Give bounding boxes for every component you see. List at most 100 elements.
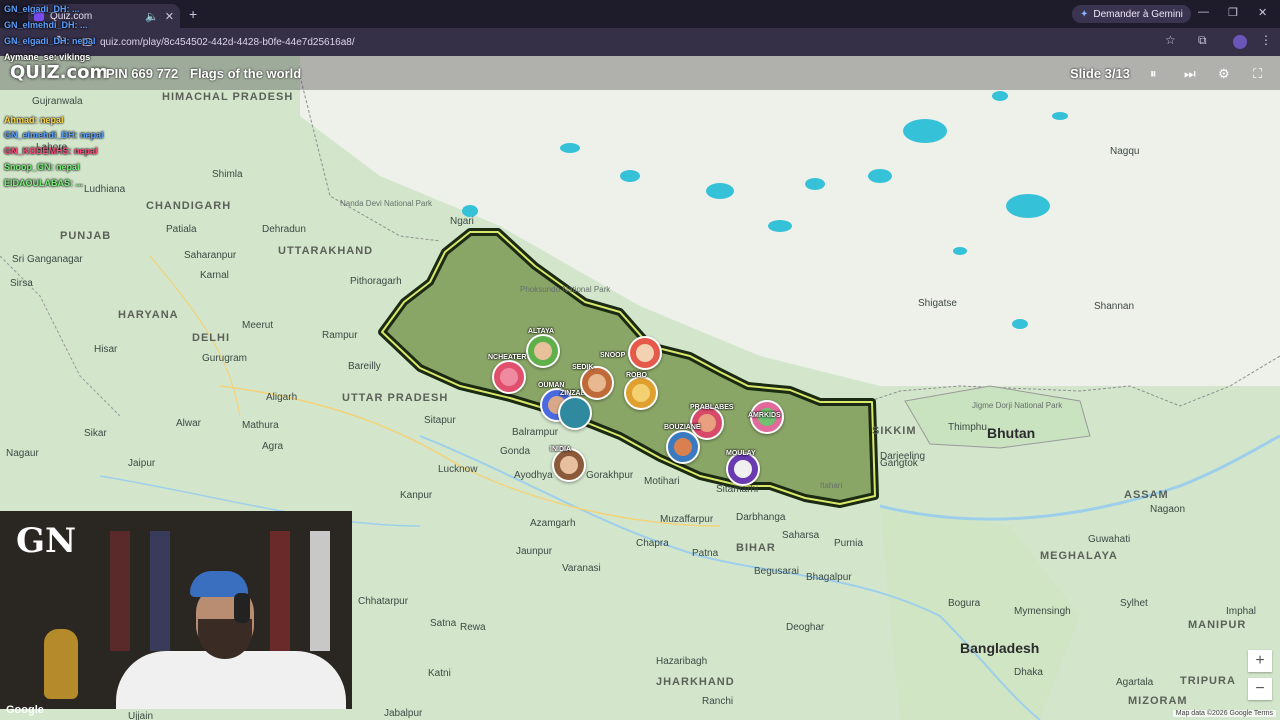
profile-avatar[interactable] — [1233, 35, 1247, 49]
player-name: OUMAN — [538, 382, 565, 389]
city-label: Imphal — [1226, 606, 1257, 617]
quiz-logo[interactable]: QUIZ.com — [10, 62, 108, 83]
city-label: Bareilly — [348, 361, 381, 372]
city-label: Darbhanga — [736, 512, 786, 523]
player-avatar — [636, 344, 654, 362]
city-label: Jaunpur — [516, 546, 553, 557]
country-label-bangladesh: Bangladesh — [960, 640, 1040, 656]
region-label: HARYANA — [118, 309, 179, 321]
window-close-button[interactable]: ✕ — [1258, 6, 1267, 19]
region-label: SIKKIM — [872, 425, 917, 437]
city-label: Patiala — [166, 224, 197, 235]
city-label: Shimla — [212, 169, 243, 180]
city-label: Azamgarh — [530, 518, 576, 529]
city-label: Mathura — [242, 420, 279, 431]
skip-forward-icon[interactable]: ⏭ — [1184, 66, 1196, 82]
city-label: Lucknow — [438, 464, 478, 475]
fullscreen-icon[interactable]: ⛶ — [1253, 66, 1262, 82]
region-label: TRIPURA — [1180, 675, 1236, 687]
chat-message: GN_KODEMHS: nepal — [4, 146, 98, 156]
player-name: ALTAYA — [528, 328, 555, 335]
city-label: Deoghar — [786, 622, 825, 633]
browser-menu-icon[interactable]: ⋮ — [1260, 33, 1272, 47]
player-name: MOULAY — [726, 450, 756, 457]
player-marker — [552, 448, 586, 482]
city-label: Saharsa — [782, 530, 820, 541]
player-marker — [624, 376, 658, 410]
city-label: Gujranwala — [32, 96, 83, 107]
region-label: UTTAR PRADESH — [342, 392, 449, 404]
url-text[interactable]: quiz.com/play/8c454502-442d-4428-b0fe-44… — [100, 37, 355, 48]
chat-message: GN_elmehdi_DH: ... — [4, 20, 88, 30]
window-restore-button[interactable]: ❐ — [1228, 6, 1238, 19]
bookmark-star-icon[interactable]: ☆ — [1165, 33, 1176, 47]
city-label: Gorakhpur — [586, 470, 634, 481]
player-name: BOUZIANE — [664, 424, 701, 431]
extensions-icon[interactable]: ⧉ — [1198, 33, 1207, 48]
pause-icon[interactable]: ⏸ — [1150, 66, 1157, 82]
country-label-bhutan: Bhutan — [987, 425, 1036, 441]
screen: Quiz.com 🔈 ✕ + ✦ Demander à Gemini — ❐ ✕… — [0, 0, 1280, 720]
new-tab-button[interactable]: + — [189, 6, 197, 22]
city-label: Sirsa — [10, 278, 33, 289]
chat-message: GN_elgadi_DH: nepal — [4, 36, 96, 46]
city-label: Sikar — [84, 428, 107, 439]
city-label: Chhatarpur — [358, 596, 409, 607]
player-avatar — [534, 342, 552, 360]
settings-gear-icon[interactable]: ⚙ — [1218, 66, 1230, 82]
browser-address-bar: ← → ↻ quiz.com/play/8c454502-442d-4428-b… — [0, 28, 1280, 56]
game-pin: PIN 669 772 — [106, 66, 179, 81]
city-label: Dehradun — [262, 224, 306, 235]
city-label: Karnal — [200, 270, 229, 281]
player-name: SNOOP — [600, 352, 626, 359]
city-label: Patna — [692, 548, 719, 559]
park-label: Phoksundo National Park — [520, 285, 611, 294]
region-label: UTTARAKHAND — [278, 245, 374, 257]
city-label: Sylhet — [1120, 598, 1148, 609]
region-label: HIMACHAL PRADESH — [162, 91, 294, 103]
map-attribution[interactable]: Map data ©2026 Google Terms — [1172, 710, 1276, 717]
google-logo: Google — [6, 704, 44, 716]
city-label: Muzaffarpur — [660, 514, 714, 525]
player-avatar — [500, 368, 518, 386]
url-field[interactable]: quiz.com/play/8c454502-442d-4428-b0fe-44… — [82, 32, 1182, 52]
player-avatar — [674, 438, 692, 456]
tab-mute-icon[interactable]: 🔈 — [145, 10, 159, 23]
city-label: Guwahati — [1088, 534, 1131, 545]
gemini-label: Demander à Gemini — [1093, 8, 1183, 20]
city-label: Nagqu — [1110, 146, 1140, 157]
ask-gemini-button[interactable]: ✦ Demander à Gemini — [1072, 5, 1191, 23]
city-label: Sri Ganganagar — [12, 254, 83, 265]
city-label: Hisar — [94, 344, 118, 355]
city-label: Ngari — [450, 216, 474, 227]
player-name: PRABLABES — [690, 404, 734, 411]
city-label: Gurugram — [202, 353, 248, 364]
city-label: Thimphu — [948, 422, 987, 433]
city-label: Saharanpur — [184, 250, 237, 261]
city-label: Ranchi — [702, 696, 734, 707]
city-label: Nagaon — [1150, 504, 1186, 515]
player-name: SEDIK — [572, 364, 594, 371]
region-label: MIZORAM — [1128, 695, 1188, 707]
tab-close-icon[interactable]: ✕ — [165, 10, 174, 23]
city-label: Alwar — [176, 418, 202, 429]
city-label: Meerut — [242, 320, 274, 331]
zoom-out-button[interactable]: − — [1248, 678, 1272, 700]
city-label: Ujjain — [128, 711, 154, 720]
slide-counter: Slide 3/13 — [1070, 66, 1130, 81]
city-label: Dhaka — [1014, 667, 1043, 678]
region-label: JHARKHAND — [656, 676, 735, 688]
window-minimize-button[interactable]: — — [1198, 6, 1209, 18]
player-marker — [526, 334, 560, 368]
city-label: Agra — [262, 441, 284, 452]
city-label: Chapra — [636, 538, 669, 549]
gemini-sparkle-icon: ✦ — [1080, 8, 1089, 20]
headset-prop — [234, 593, 250, 623]
city-label: Rampur — [322, 330, 358, 341]
player-marker — [558, 396, 592, 430]
city-label: Agartala — [1116, 677, 1154, 688]
chat-message: GN_elgadi_DH: ... — [4, 4, 80, 14]
zoom-in-button[interactable]: + — [1248, 650, 1272, 672]
city-label: Hazaribagh — [656, 656, 708, 667]
channel-logo: GN — [16, 521, 77, 561]
